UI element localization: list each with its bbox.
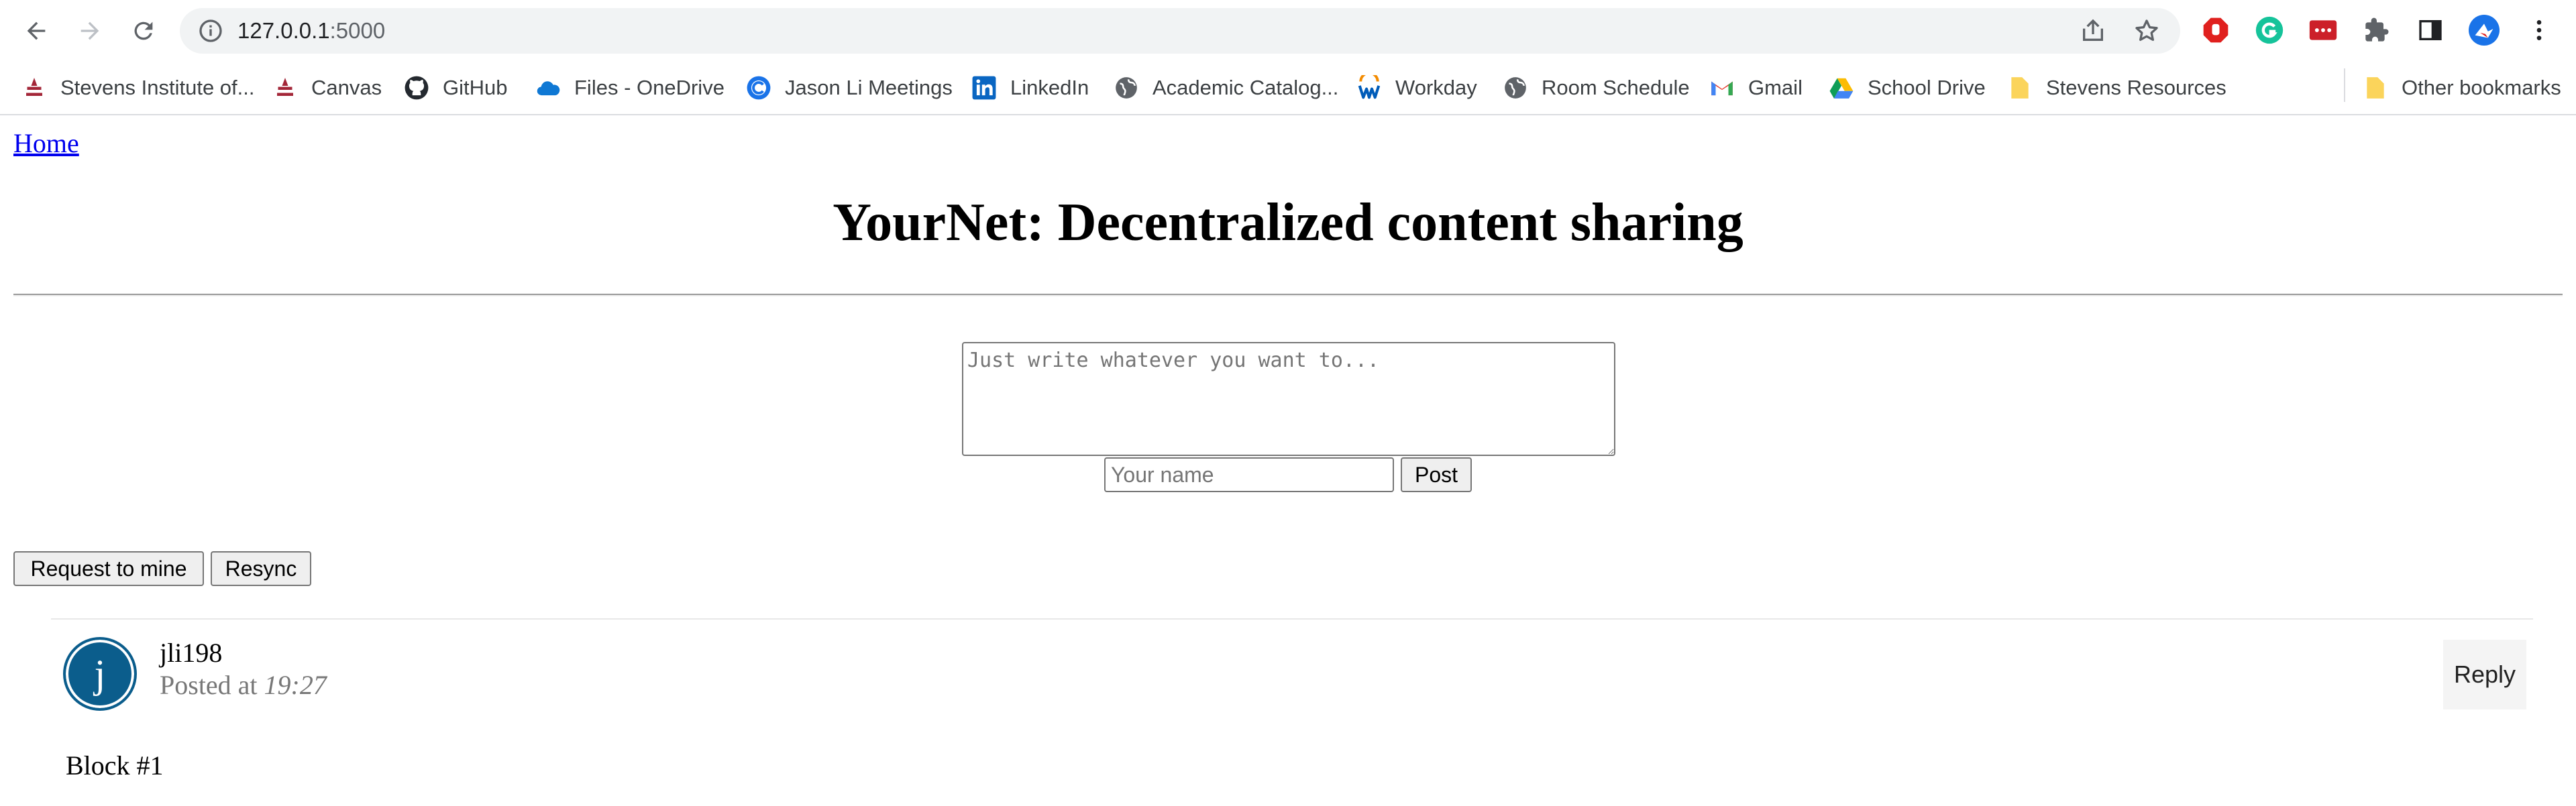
stevens-icon [272,75,298,101]
resync-button[interactable]: Resync [211,551,311,586]
bookmark-github[interactable]: GitHub [404,71,507,105]
bookmark-label: Room Schedule [1542,76,1690,99]
calendar-icon [746,75,771,101]
author-name-input[interactable] [1104,457,1394,492]
profile-avatar-icon [2469,15,2500,46]
drive-icon [1829,75,1854,101]
gmail-icon [1709,75,1735,101]
home-link[interactable]: Home [13,127,79,159]
bookmark-label: Stevens Institute of... [60,76,255,99]
extensions-button[interactable] [2361,15,2392,46]
bookmark-label: Other bookmarks [2402,76,2561,99]
github-icon [404,75,429,101]
bookmark-label: Files - OneDrive [574,76,724,99]
page-content: Home YourNet: Decentralized content shar… [0,115,2576,806]
bookmark-label: School Drive [1868,76,1986,99]
site-info-icon[interactable] [197,17,224,44]
bookmark-workday[interactable]: Workday [1356,71,1477,105]
bookmark-academic-catalog[interactable]: Academic Catalog... [1114,71,1338,105]
chrome-menu-button[interactable] [2524,15,2555,46]
forward-arrow-icon [80,21,99,40]
bookmark-linkedin[interactable]: LinkedIn [971,71,1089,105]
post-timestamp: Posted at 19:27 [160,669,327,701]
stop-hand-icon [2203,17,2229,43]
lastpass-extension-button[interactable] [2308,15,2339,46]
stevens-icon [21,75,47,101]
bookmark-label: Jason Li Meetings [785,76,953,99]
bookmark-label: Workday [1395,76,1477,99]
reload-button[interactable] [127,15,160,47]
grammarly-icon [2255,16,2284,44]
post-content: Block #1 [66,750,164,781]
bookmark-gmail[interactable]: Gmail [1709,71,1803,105]
bookmark-canvas[interactable]: Canvas [272,71,382,105]
back-button[interactable] [20,15,52,47]
bookmark-stevens-institute[interactable]: Stevens Institute of... [21,71,255,105]
reply-button[interactable]: Reply [2443,640,2526,709]
onedrive-icon [535,75,561,101]
bookmark-room-schedule[interactable]: Room Schedule [1503,71,1690,105]
post-time: 19:27 [264,670,327,700]
linkedin-icon [971,75,997,101]
url-host: 127.0.0.1 [237,18,330,43]
bookmarks-separator [2344,68,2345,102]
bookmark-label: Stevens Resources [2046,76,2226,99]
profile-button[interactable] [2469,15,2500,46]
puzzle-icon [2365,17,2389,42]
bookmark-star-icon[interactable] [2133,17,2160,44]
folder-icon [2007,75,2033,101]
more-vert-icon [2536,20,2542,40]
bookmark-onedrive[interactable]: Files - OneDrive [535,71,724,105]
reload-icon [134,21,153,40]
side-panel-button[interactable] [2415,15,2446,46]
url-text: 127.0.0.1:5000 [237,16,385,46]
post-button[interactable]: Post [1401,457,1472,492]
other-bookmarks-folder[interactable]: Other bookmarks [2363,71,2561,105]
post-card-divider [51,618,2533,620]
workday-icon [1356,75,1382,101]
forward-button[interactable] [74,15,106,47]
bookmark-label: Gmail [1748,76,1803,99]
post-content-textarea[interactable] [962,342,1615,456]
bookmark-label: LinkedIn [1010,76,1089,99]
bookmark-label: Canvas [311,76,382,99]
side-panel-icon [2419,20,2442,40]
page-title: YourNet: Decentralized content sharing [833,193,1743,252]
bookmark-label: GitHub [443,76,508,99]
request-to-mine-button[interactable]: Request to mine [13,551,204,586]
lastpass-icon [2309,20,2337,40]
grammarly-extension-button[interactable] [2254,15,2285,46]
adblock-extension-button[interactable] [2200,15,2231,46]
folder-icon [2363,75,2388,101]
post-author-name: jli198 [160,638,223,668]
globe-icon [1503,75,1528,101]
horizontal-rule [13,294,2563,296]
bookmark-school-drive[interactable]: School Drive [1829,71,1986,105]
globe-icon [1114,75,1139,101]
address-bar[interactable]: 127.0.0.1:5000 [180,8,2180,54]
author-avatar: j [63,637,137,711]
share-icon[interactable] [2080,17,2106,44]
url-port: :5000 [329,18,386,43]
bookmark-folder-stevens-resources[interactable]: Stevens Resources [2007,71,2226,105]
posted-prefix: Posted at [160,670,264,700]
bookmark-jason-li-meetings[interactable]: Jason Li Meetings [746,71,953,105]
browser-toolbar: 127.0.0.1:5000 [0,0,2576,62]
bookmark-label: Academic Catalog... [1152,76,1339,99]
back-arrow-icon [27,21,46,40]
